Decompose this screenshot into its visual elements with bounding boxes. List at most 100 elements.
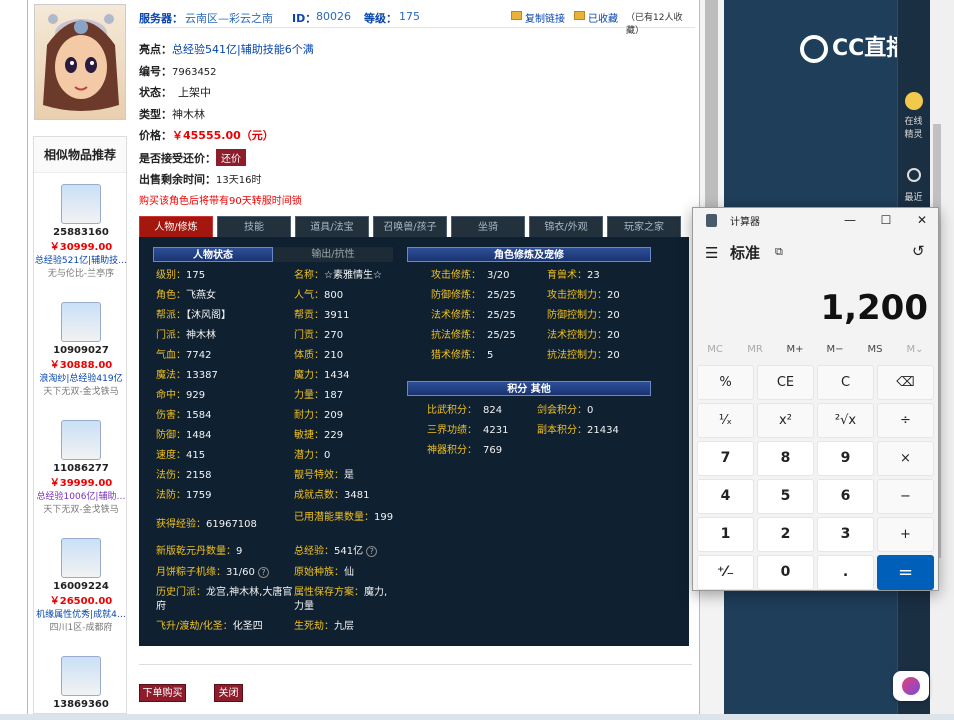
stat-value: 20 <box>607 290 620 301</box>
maximize-icon[interactable]: ☐ <box>876 211 896 229</box>
tab-character[interactable]: 人物/修炼 <box>139 216 213 237</box>
divider <box>139 664 692 665</box>
similar-item-desc[interactable]: 机缘属性优秀|成就4… <box>34 607 128 620</box>
character-thumb-icon[interactable] <box>61 302 101 342</box>
output-resist-header[interactable]: 输出/抗性 <box>273 247 393 262</box>
digit-0-button[interactable]: 0 <box>757 555 814 590</box>
stat-row: 命中：929 <box>156 389 205 403</box>
memory-subtract-button[interactable]: M− <box>817 344 853 355</box>
help-icon[interactable]: ? <box>366 545 378 557</box>
stat-key: 育兽术： <box>547 270 587 281</box>
multiply-button[interactable]: × <box>877 441 934 476</box>
server-value: 云南区—彩云之南 <box>185 12 273 25</box>
floating-assistant-button[interactable] <box>893 671 929 701</box>
stat-row: 角色：飞燕女 <box>156 289 216 303</box>
calculator-mode: 标准 <box>730 244 761 262</box>
memory-store-button[interactable]: MS <box>857 344 893 355</box>
stat-key: 耐力： <box>294 410 324 421</box>
reciprocal-button[interactable]: ¹⁄ₓ <box>697 403 754 438</box>
square-button[interactable]: x² <box>757 403 814 438</box>
similar-item-desc[interactable]: 总经验1006亿|辅助… <box>34 489 128 502</box>
digit-5-button[interactable]: 5 <box>757 479 814 514</box>
recent-button[interactable]: 最近 <box>897 168 930 203</box>
similar-item-desc[interactable]: 浪淘纱|总经验419亿 <box>34 371 128 384</box>
tab-outfits[interactable]: 锦衣/外观 <box>529 216 603 237</box>
digit-1-button[interactable]: 1 <box>697 517 754 552</box>
digit-9-button[interactable]: 9 <box>817 441 874 476</box>
similar-item[interactable]: 10909027 ￥30888.00 浪淘纱|总经验419亿 天下无双-金戈铁马 <box>34 302 128 397</box>
stat-row: 神器积分： 769 <box>427 444 502 458</box>
online-helper-button[interactable]: 在线 精灵 <box>897 92 930 140</box>
digit-8-button[interactable]: 8 <box>757 441 814 476</box>
similar-item-desc[interactable]: 总经验521亿|辅助技… <box>34 253 128 266</box>
memory-clear-button[interactable]: MC <box>697 344 733 355</box>
bargain-button[interactable]: 还价 <box>216 149 246 166</box>
character-thumb-icon[interactable] <box>61 420 101 460</box>
calculator-titlebar[interactable]: 计算器 — ☐ ✕ <box>693 208 938 232</box>
stat-value: 3/20 <box>487 270 510 281</box>
stat-value: 7742 <box>186 350 212 361</box>
close-icon[interactable]: ✕ <box>912 211 932 229</box>
stat-key: 门贡： <box>294 330 324 341</box>
status-row: 状态： 上架中 <box>139 84 211 100</box>
character-thumb-icon[interactable] <box>61 538 101 578</box>
similar-item[interactable]: 16009224 ￥26500.00 机缘属性优秀|成就4… 四川1区-成都府 <box>34 538 128 633</box>
add-button[interactable]: + <box>877 517 934 552</box>
character-thumb-icon[interactable] <box>61 656 101 696</box>
tab-pets[interactable]: 召唤兽/孩子 <box>373 216 447 237</box>
subtract-button[interactable]: − <box>877 479 934 514</box>
favorite-button[interactable]: 已收藏 <box>588 10 618 25</box>
clear-button[interactable]: C <box>817 365 874 400</box>
similar-item[interactable]: 11086277 ￥39999.00 总经验1006亿|辅助… 天下无双-金戈铁… <box>34 420 128 515</box>
stat-key: 攻击修炼： <box>431 270 481 281</box>
close-button[interactable]: 关闭 <box>214 684 243 702</box>
stat-key: 成就点数： <box>294 490 344 501</box>
similar-item[interactable]: 25883160 ￥30999.00 总经验521亿|辅助技… 无与伦比-兰亭序 <box>34 184 128 279</box>
menu-icon[interactable]: ☰ <box>705 244 718 262</box>
square-root-button[interactable]: ²√x <box>817 403 874 438</box>
similar-item[interactable]: 13869360 <box>34 656 128 710</box>
negate-button[interactable]: ⁺⁄₋ <box>697 555 754 590</box>
digit-7-button[interactable]: 7 <box>697 441 754 476</box>
percent-button[interactable]: % <box>697 365 754 400</box>
stat-row: 原始种族：仙 <box>294 567 354 578</box>
tab-items[interactable]: 道具/法宝 <box>295 216 369 237</box>
stat-key: 防御控制力： <box>547 310 607 321</box>
tab-mounts[interactable]: 坐骑 <box>451 216 525 237</box>
buy-button[interactable]: 下单购买 <box>139 684 186 702</box>
star-folder-icon <box>574 11 585 20</box>
decimal-button[interactable]: . <box>817 555 874 590</box>
tab-home[interactable]: 玩家之家 <box>607 216 681 237</box>
tab-skills[interactable]: 技能 <box>217 216 291 237</box>
stat-row: 敏捷：229 <box>294 429 343 443</box>
keep-on-top-icon[interactable]: ⧉ <box>775 245 783 259</box>
minimize-icon[interactable]: — <box>840 211 860 229</box>
stat-value: 1434 <box>324 370 350 381</box>
clear-entry-button[interactable]: CE <box>757 365 814 400</box>
stat-row: 抗法控制力：20 <box>547 349 620 363</box>
stat-row: 获得经验：61967108 <box>156 519 257 530</box>
memory-add-button[interactable]: M+ <box>777 344 813 355</box>
stat-key: 伤害： <box>156 410 186 421</box>
stat-value: 0 <box>587 405 594 416</box>
digit-3-button[interactable]: 3 <box>817 517 874 552</box>
backspace-button[interactable]: ⌫ <box>877 365 934 400</box>
taskbar <box>0 714 954 720</box>
stat-value: 20 <box>607 350 620 361</box>
stat-row: 攻击控制力：20 <box>547 289 620 303</box>
stat-value: 3481 <box>344 490 370 501</box>
digit-2-button[interactable]: 2 <box>757 517 814 552</box>
copy-link-button[interactable]: 复制链接 <box>525 10 565 25</box>
stat-key: 攻击控制力： <box>547 290 607 301</box>
digit-6-button[interactable]: 6 <box>817 479 874 514</box>
digit-4-button[interactable]: 4 <box>697 479 754 514</box>
character-thumb-icon[interactable] <box>61 184 101 224</box>
history-icon[interactable]: ↺ <box>912 242 925 260</box>
help-icon[interactable]: ? <box>258 566 270 578</box>
divide-button[interactable]: ÷ <box>877 403 934 438</box>
stat-value: 0 <box>324 450 331 461</box>
memory-list-button[interactable]: M⌄ <box>897 344 933 355</box>
character-panel: 人物状态 输出/抗性 角色修炼及宠修 积分 其他 级别：175 角色：飞燕女 帮派：… <box>139 237 689 646</box>
memory-recall-button[interactable]: MR <box>737 344 773 355</box>
equals-button[interactable]: = <box>877 555 934 590</box>
